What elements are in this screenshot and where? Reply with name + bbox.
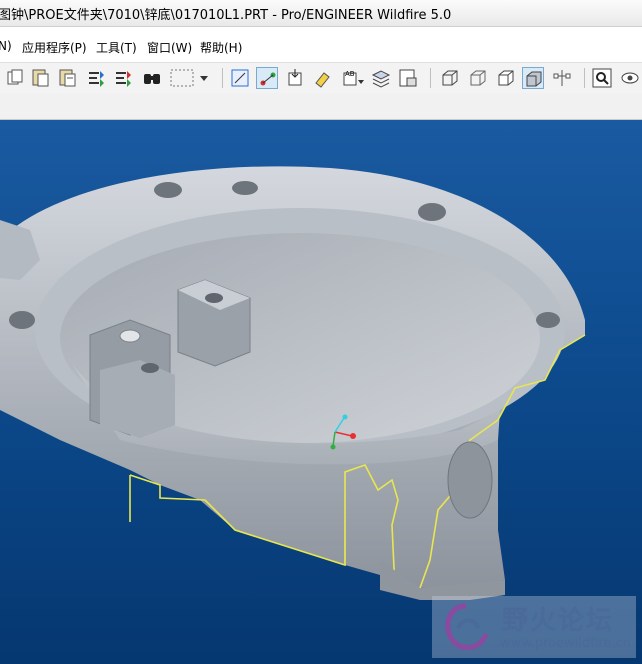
- main-toolbar: AB: [0, 62, 642, 94]
- boss-hole: [205, 293, 223, 303]
- dashboard-strip: [0, 93, 642, 120]
- wireframe-icon[interactable]: [438, 67, 460, 89]
- hidden-line-icon[interactable]: [466, 67, 488, 89]
- menu-item-help[interactable]: 帮助(H): [200, 39, 242, 56]
- window-title: 图钟\PROE文件夹\7010\锌底\017010L1.PRT - Pro/EN…: [0, 8, 452, 23]
- mounting-boss-front: [100, 360, 175, 438]
- menu-item-applications[interactable]: 应用程序(P): [22, 39, 87, 56]
- paste-special-icon[interactable]: [57, 67, 79, 89]
- flange-hole: [154, 182, 182, 198]
- regenerate-manager-icon[interactable]: [112, 67, 134, 89]
- dropdown-arrow-icon[interactable]: [198, 67, 210, 89]
- watermark-title: 野火论坛: [502, 606, 615, 636]
- repaint-icon[interactable]: [312, 67, 334, 89]
- view-eye-icon[interactable]: [618, 67, 640, 89]
- boss-pin: [119, 329, 141, 343]
- menu-item-tools[interactable]: 工具(T): [96, 39, 137, 56]
- watermark-url: www.proewildfire.cn: [500, 636, 631, 651]
- spin-center-icon[interactable]: [551, 67, 573, 89]
- copy-icon[interactable]: [4, 67, 26, 89]
- boss-hole: [141, 363, 159, 373]
- shading-icon[interactable]: [522, 67, 544, 89]
- svg-text:AB: AB: [345, 70, 355, 78]
- no-hidden-icon[interactable]: [494, 67, 516, 89]
- refit-icon[interactable]: [229, 67, 251, 89]
- flange-hole: [536, 312, 560, 328]
- regenerate-icon[interactable]: [85, 67, 107, 89]
- side-opening: [447, 441, 493, 519]
- datum-display-icon[interactable]: [256, 67, 278, 89]
- graphics-window[interactable]: [0, 120, 642, 664]
- forum-watermark: 野火论坛 www.proewildfire.cn: [432, 596, 636, 658]
- title-bar: 图钟\PROE文件夹\7010\锌底\017010L1.PRT - Pro/EN…: [0, 0, 642, 27]
- flange-hole: [232, 181, 258, 195]
- selection-box-icon[interactable]: [168, 67, 196, 89]
- find-icon[interactable]: [141, 67, 163, 89]
- saved-views-icon[interactable]: AB: [341, 67, 365, 89]
- model-tree-icon[interactable]: [397, 67, 419, 89]
- zoom-icon[interactable]: [591, 67, 613, 89]
- menu-bar: N) 应用程序(P) 工具(T) 窗口(W) 帮助(H): [0, 36, 642, 58]
- paste-icon[interactable]: [30, 67, 52, 89]
- layers-icon[interactable]: [370, 67, 392, 89]
- orient-icon[interactable]: [285, 67, 307, 89]
- forum-logo-icon: [445, 603, 489, 651]
- part-model: [0, 166, 586, 600]
- menu-item-window[interactable]: 窗口(W): [147, 39, 192, 56]
- flange-hole: [9, 311, 35, 329]
- menu-item-view[interactable]: N): [0, 39, 12, 53]
- flange-hole: [418, 203, 446, 221]
